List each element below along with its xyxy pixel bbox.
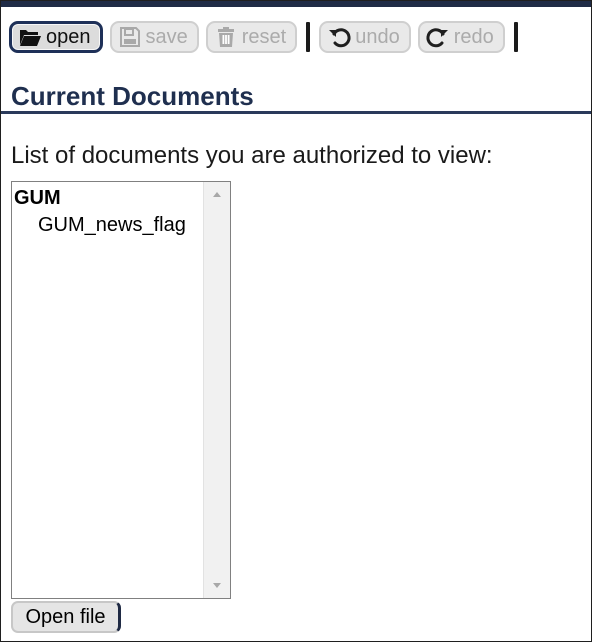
redo-button[interactable]: redo	[417, 21, 505, 53]
scroll-up-arrow-icon[interactable]	[213, 192, 221, 197]
document-group-label: GUM	[14, 187, 61, 209]
folder-open-icon	[18, 25, 42, 49]
open-button-label: open	[46, 25, 91, 48]
toolbar-body: open save reset undo redo	[1, 7, 591, 59]
scroll-down-arrow-icon[interactable]	[213, 583, 221, 588]
toolbar-divider	[513, 22, 518, 52]
reset-button[interactable]: reset	[205, 21, 298, 53]
open-button[interactable]: open	[9, 21, 103, 53]
undo-button-label: undo	[355, 25, 400, 48]
floppy-disk-icon	[118, 25, 142, 49]
authorization-text: List of documents you are authorized to …	[11, 142, 493, 169]
toolbar: open save reset undo redo	[1, 1, 591, 59]
reset-button-label: reset	[241, 25, 287, 48]
document-list: GUM GUM_news_flag	[12, 182, 204, 598]
redo-button-label: redo	[453, 25, 494, 48]
trash-icon	[214, 25, 238, 49]
title-underline	[1, 111, 591, 114]
toolbar-divider	[306, 22, 311, 52]
app-frame: open save reset undo redo Current Docume…	[0, 0, 592, 642]
undo-button[interactable]: undo	[319, 21, 411, 53]
save-button-label: save	[145, 25, 188, 48]
document-listbox[interactable]: GUM GUM_news_flag	[11, 181, 231, 599]
redo-icon	[426, 25, 450, 49]
toolbar-buttons: open save reset undo redo	[9, 17, 520, 57]
undo-icon	[327, 25, 351, 49]
save-button[interactable]: save	[109, 21, 199, 53]
document-option[interactable]: GUM_news_flag	[12, 210, 204, 237]
section-title: Current Documents	[11, 81, 254, 111]
open-file-button[interactable]: Open file	[11, 601, 121, 633]
listbox-scrollbar[interactable]	[203, 182, 230, 598]
